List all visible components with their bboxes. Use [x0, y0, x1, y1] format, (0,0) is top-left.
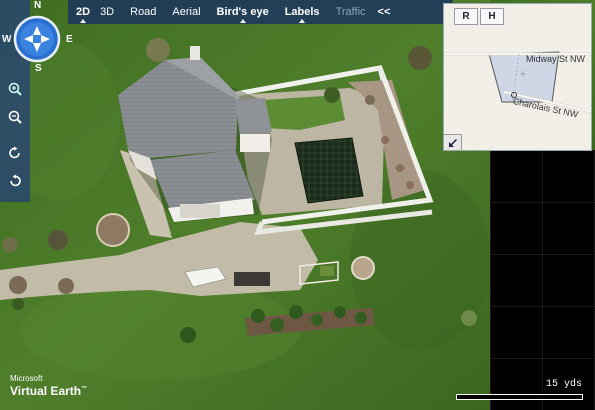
minimap-tabs: R H: [454, 8, 506, 25]
compass-south-label: S: [35, 63, 42, 74]
scale-bar: [456, 394, 583, 400]
collapse-toolbar-button[interactable]: <<: [374, 6, 395, 18]
toolbar-2d[interactable]: 2D: [68, 0, 98, 24]
virtual-earth-logo: Microsoft Virtual Earth™: [10, 374, 87, 398]
minimap[interactable]: R H Midway St NW Charolais St NW: [443, 3, 592, 151]
toolbar-labels[interactable]: Labels: [277, 0, 328, 24]
logo-company: Microsoft: [10, 374, 43, 383]
compass-west-label: W: [2, 34, 12, 45]
compass-pan-control[interactable]: N S W E: [2, 0, 73, 74]
logo-tm: ™: [81, 386, 88, 392]
toolbar-birds-eye[interactable]: Bird's eye: [209, 0, 277, 24]
toolbar-road[interactable]: Road: [122, 0, 164, 24]
toolbar-3d[interactable]: 3D: [98, 0, 122, 24]
minimap-road-tab[interactable]: R: [454, 8, 478, 25]
toolbar-aerial[interactable]: Aerial: [164, 0, 208, 24]
minimap-roads: [444, 51, 591, 114]
compass-north-label: N: [34, 0, 42, 11]
map-style-toolbar: 2D 3D Road Aerial Bird's eye Labels Traf…: [68, 0, 453, 24]
rotate-clockwise-icon[interactable]: [6, 144, 24, 162]
logo-product: Virtual Earth: [10, 384, 82, 398]
street-label: Midway St NW: [526, 54, 586, 64]
zoom-out-icon[interactable]: [6, 108, 24, 126]
rotate-counterclockwise-icon[interactable]: [6, 172, 24, 190]
compass-east-label: E: [66, 34, 73, 45]
unloaded-tiles: [490, 150, 595, 410]
zoom-in-icon[interactable]: [6, 80, 24, 98]
scale-label: 15 yds: [546, 379, 583, 390]
toolbar-traffic[interactable]: Traffic: [328, 0, 374, 24]
expand-minimap-icon[interactable]: [444, 134, 462, 150]
minimap-hybrid-tab[interactable]: H: [480, 8, 504, 25]
